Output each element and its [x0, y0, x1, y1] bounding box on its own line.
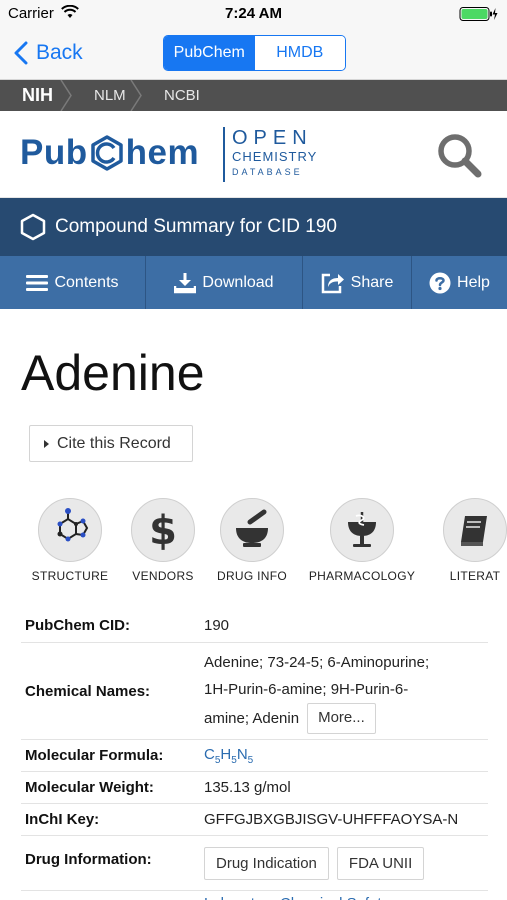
share-button[interactable]: Share: [303, 256, 412, 309]
drug-indication-button[interactable]: Drug Indication: [204, 846, 329, 880]
breadcrumb-ncbi-label: NCBI: [164, 87, 200, 104]
formula-element: H: [220, 745, 232, 763]
drug-information-label: Drug Information:: [25, 851, 152, 868]
table-row: Molecular Weight: 135.13 g/mol: [21, 772, 488, 804]
download-icon: [174, 272, 197, 293]
molecular-weight-value: 135.13 g/mol: [204, 779, 291, 796]
search-button[interactable]: [435, 131, 483, 184]
logo-text-left: Pub: [20, 133, 88, 172]
tagline-database: DATABASE: [232, 167, 303, 177]
breadcrumb-ncbi[interactable]: NCBI: [142, 80, 200, 111]
help-icon: [429, 272, 451, 293]
navigation-bar: Back PubChem HMDB: [0, 28, 507, 80]
molecular-formula-link[interactable]: C5H5N5: [204, 746, 253, 766]
battery-icon: [459, 6, 499, 22]
disclosure-triangle-icon: [44, 439, 49, 448]
breadcrumb-nih-label: NIH: [22, 85, 53, 105]
nih-breadcrumb: NIH NLM NCBI: [0, 80, 507, 111]
logo-divider: [223, 127, 225, 182]
clock: 7:24 AM: [225, 5, 282, 22]
chevron-left-icon: [14, 41, 28, 65]
back-button[interactable]: Back: [14, 39, 83, 67]
hexagon-logo-icon: [90, 135, 123, 171]
lab-chemical-safety-link[interactable]: Laboratory Chemical Safety: [204, 891, 488, 900]
formula-subscript: 5: [247, 754, 254, 766]
svg-text:$: $: [149, 508, 177, 552]
breadcrumb-nih[interactable]: NIH: [0, 80, 72, 111]
structure-icon: [38, 498, 102, 562]
compound-summary-bar: Compound Summary for CID 190: [0, 198, 507, 256]
safety-label: [21, 891, 204, 900]
pharmacology-label: PHARMACOLOGY: [308, 569, 416, 583]
nav-structure[interactable]: STRUCTURE: [31, 498, 109, 583]
table-row: Chemical Names: Adenine; 73-24-5; 6-Amin…: [21, 643, 488, 740]
pubchem-logo[interactable]: Pub hem: [20, 133, 199, 173]
menu-icon: [26, 274, 49, 291]
chemical-names-line: amine; Adenin: [204, 710, 300, 727]
table-row: Molecular Formula: C5H5N5: [21, 740, 488, 772]
molecular-weight-label: Molecular Weight:: [25, 779, 154, 796]
contents-button[interactable]: Contents: [0, 256, 146, 309]
molecular-formula-label: Molecular Formula:: [25, 747, 164, 764]
segment-hmdb[interactable]: HMDB: [254, 36, 345, 70]
chemical-names-line: 1H-Purin-6-amine; 9H-Purin-6-: [204, 681, 409, 698]
cite-label: Cite this Record: [57, 434, 171, 452]
section-icon-nav: STRUCTURE $ VENDORS DRUG INFO PHARMACOLO…: [0, 498, 507, 588]
tagline-chemistry: CHEMISTRY: [232, 149, 318, 164]
contents-label: Contents: [54, 273, 119, 291]
action-toolbar: Contents Download Share Help: [0, 256, 507, 309]
drug-info-label: DRUG INFO: [216, 569, 288, 583]
help-button[interactable]: Help: [412, 256, 507, 309]
nav-literature[interactable]: LITERAT: [436, 498, 507, 583]
breadcrumb-nlm[interactable]: NLM: [72, 80, 142, 111]
inchi-key-value: GFFGJBXGBJISGV-UHFFFAOYSA-N: [204, 811, 459, 828]
chemical-names-value: Adenine; 73-24-5; 6-Aminopurine; 1H-Puri…: [204, 643, 488, 739]
book-icon: [443, 498, 507, 562]
source-segmented-control: PubChem HMDB: [163, 35, 346, 71]
pubchem-header: Pub hem OPEN CHEMISTRY DATABASE: [0, 111, 507, 198]
formula-element: C: [204, 745, 215, 763]
breadcrumb-separator-icon: [130, 80, 142, 111]
compound-summary-title: Compound Summary for CID 190: [55, 216, 337, 237]
download-label: Download: [202, 273, 274, 291]
literature-label: LITERAT: [449, 569, 501, 583]
compound-info-table: PubChem CID: 190 Chemical Names: Adenine…: [21, 608, 488, 900]
hexagon-icon: [20, 213, 46, 241]
nav-pharmacology[interactable]: PHARMACOLOGY: [303, 498, 421, 583]
logo-tagline: OPEN CHEMISTRY DATABASE: [232, 127, 317, 179]
share-label: Share: [350, 273, 394, 291]
inchi-key-label: InChI Key:: [25, 811, 100, 828]
help-label: Help: [457, 273, 490, 291]
chemical-names-line: Adenine; 73-24-5; 6-Aminopurine;: [204, 654, 430, 671]
breadcrumb-separator-icon: [60, 80, 72, 111]
table-row: Drug Information: Drug Indication FDA UN…: [21, 836, 488, 891]
mortar-pestle-icon: [220, 498, 284, 562]
table-row: PubChem CID: 190: [21, 608, 488, 643]
segment-pubchem[interactable]: PubChem: [164, 36, 255, 70]
nav-drug-info[interactable]: DRUG INFO: [213, 498, 291, 583]
breadcrumb-nlm-label: NLM: [94, 87, 126, 104]
table-row: InChI Key: GFFGJBXGBJISGV-UHFFFAOYSA-N: [21, 804, 488, 836]
vendors-label: VENDORS: [132, 569, 194, 583]
share-icon: [321, 273, 344, 293]
fda-unii-button[interactable]: FDA UNII: [336, 846, 425, 880]
download-button[interactable]: Download: [146, 256, 303, 309]
status-bar: Carrier 7:24 AM: [0, 0, 507, 28]
structure-label: STRUCTURE: [31, 569, 109, 583]
compound-name: Adenine: [21, 345, 205, 401]
back-label: Back: [36, 41, 83, 64]
cid-value: 190: [204, 616, 230, 634]
search-icon: [438, 134, 482, 178]
formula-element: N: [236, 745, 248, 763]
cid-label: PubChem CID:: [25, 616, 130, 634]
nav-vendors[interactable]: $ VENDORS: [124, 498, 202, 583]
more-names-button[interactable]: More...: [307, 703, 376, 734]
table-row: Laboratory Chemical Safety: [21, 891, 488, 900]
chemical-names-label: Chemical Names:: [25, 682, 151, 700]
pharmacy-bowl-icon: [330, 498, 394, 562]
cite-record-button[interactable]: Cite this Record: [29, 425, 193, 462]
tagline-open: OPEN: [232, 127, 313, 149]
dollar-icon: $: [131, 498, 195, 562]
logo-text-right: hem: [125, 133, 200, 172]
